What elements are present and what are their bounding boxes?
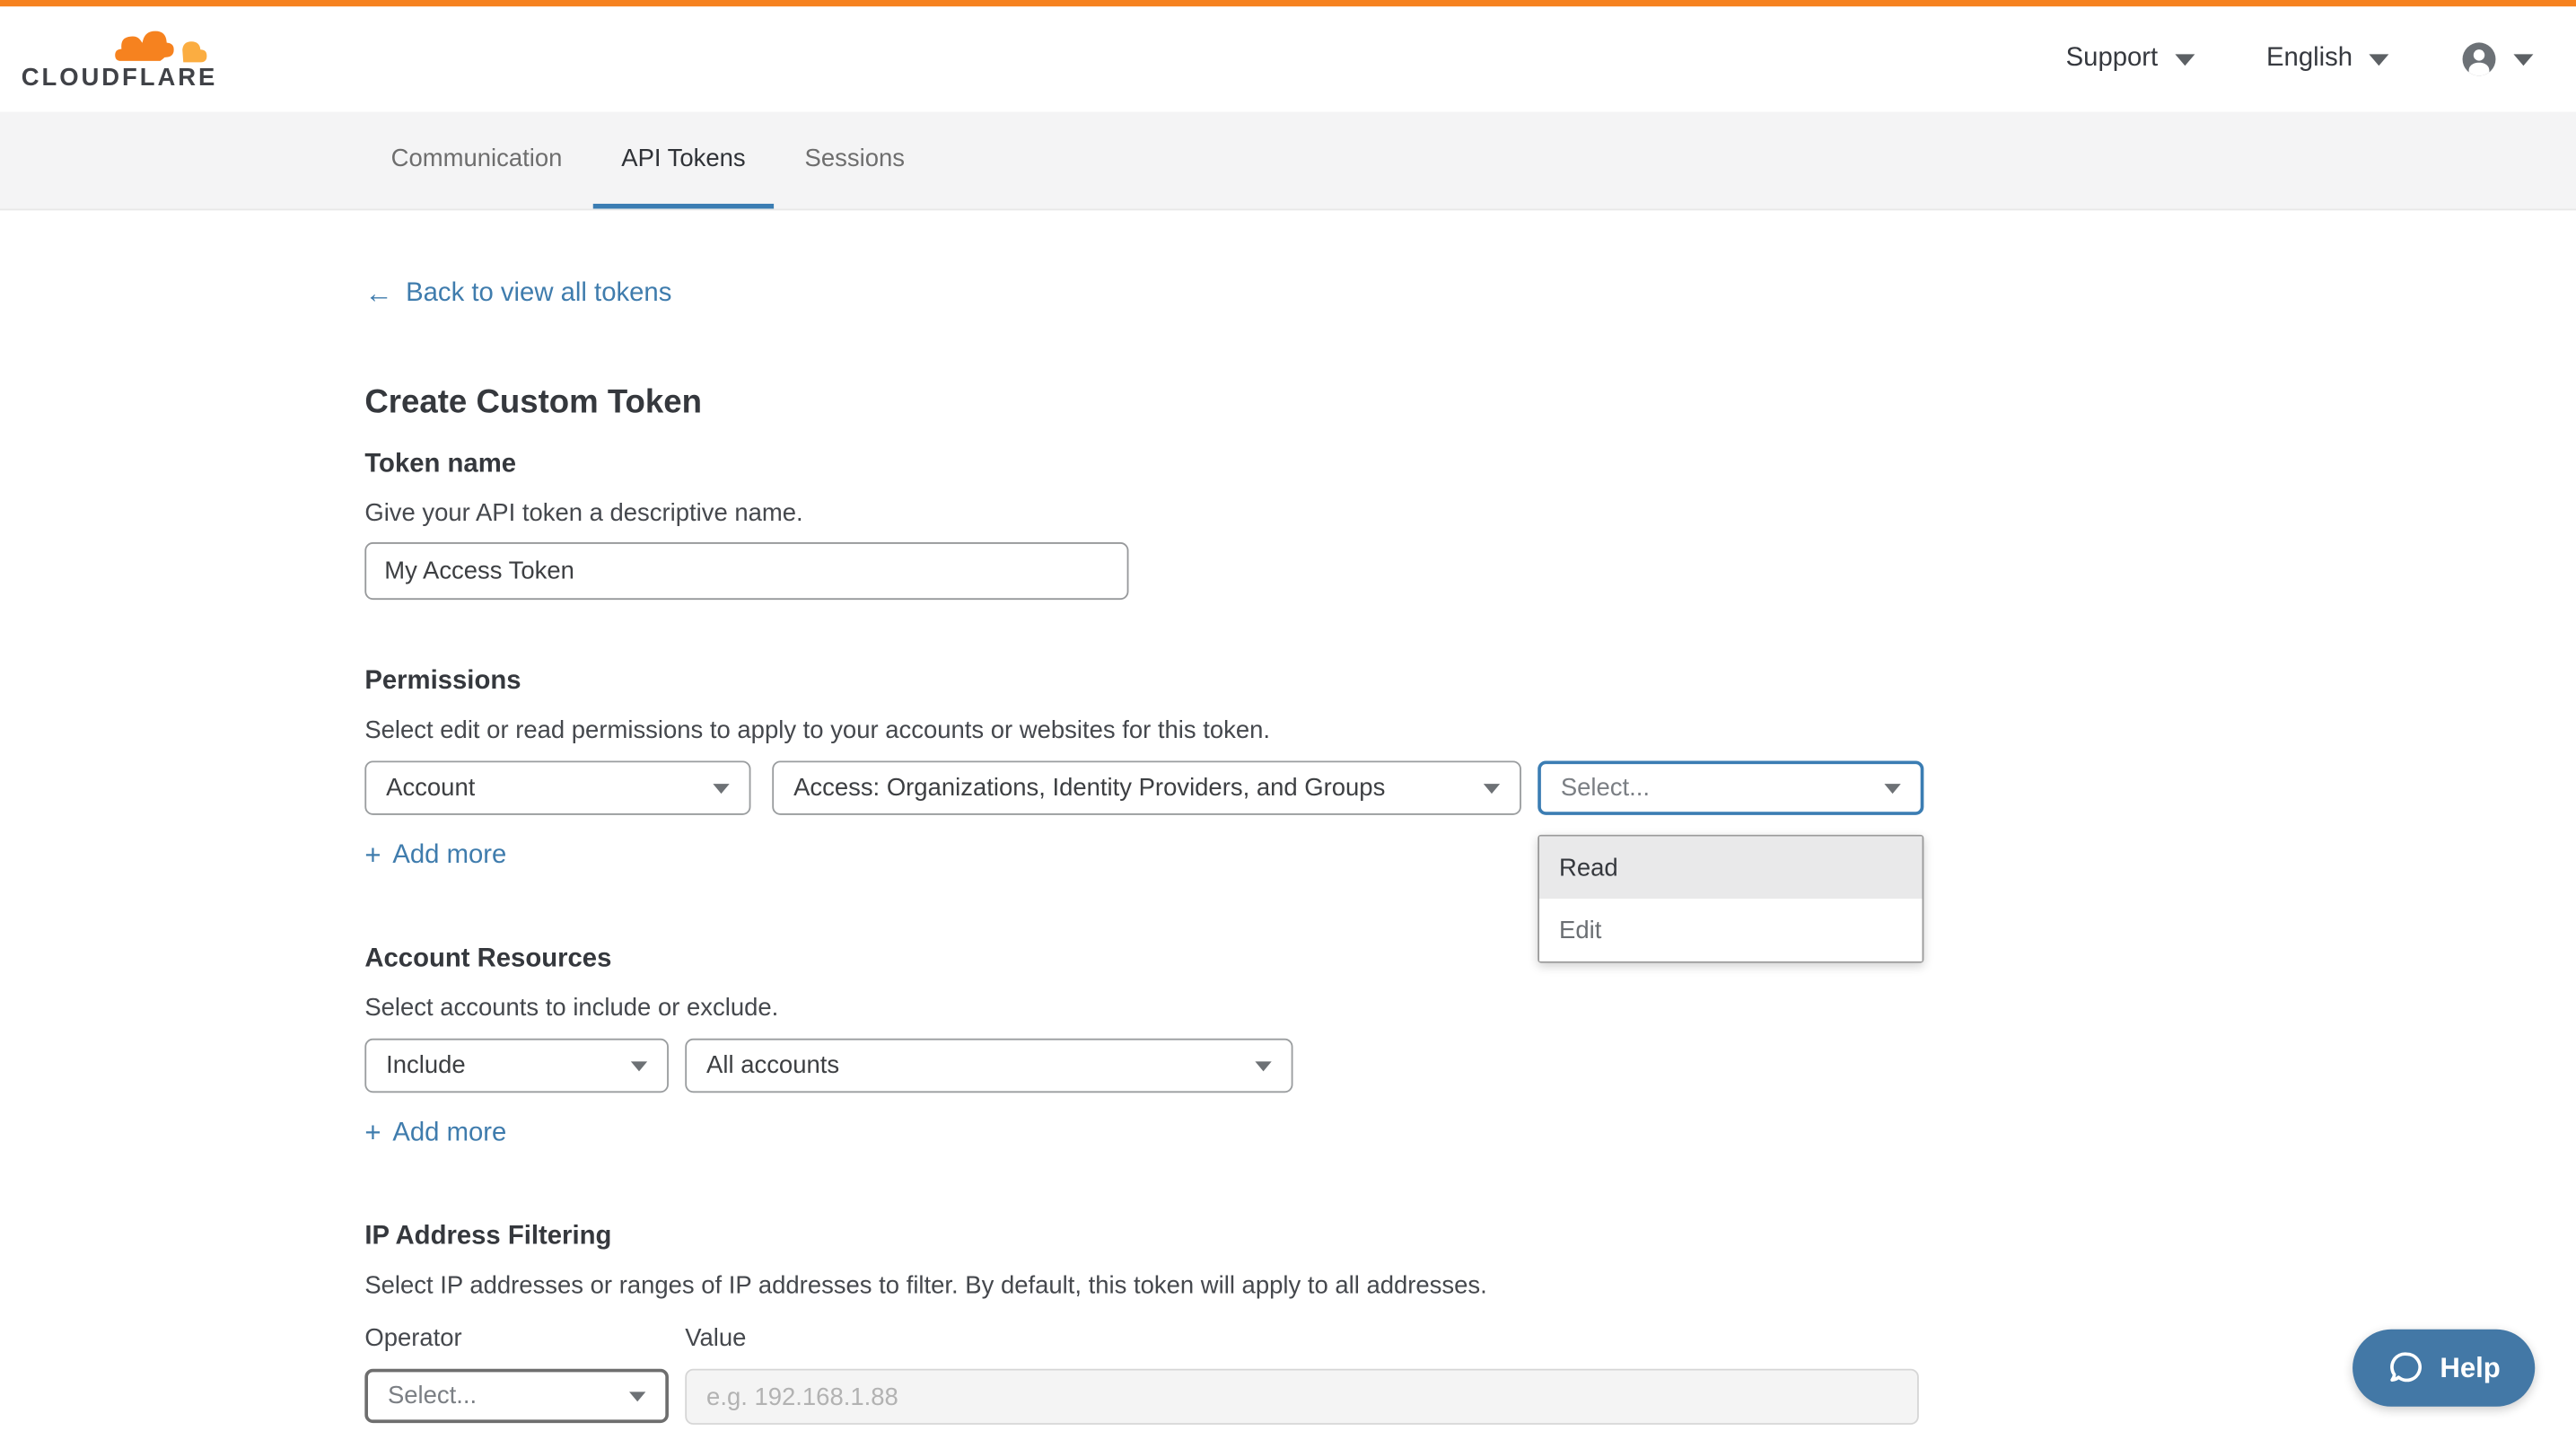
chevron-down-icon [2175,53,2195,65]
tab-communication[interactable]: Communication [364,111,591,208]
permissions-heading: Permissions [364,667,2576,697]
viewport: CLOUDFLARE Support English [0,0,2576,1431]
add-resource-link[interactable]: + Add more [364,1120,506,1146]
permission-group-value: Access: Organizations, Identity Provider… [793,774,1385,802]
back-link-label: Back to view all tokens [406,279,671,309]
ip-value-input[interactable] [685,1369,1919,1425]
chevron-down-icon [2369,53,2388,65]
back-arrow-icon: ← [364,279,392,309]
token-name-description: Give your API token a descriptive name. [364,499,2576,527]
page-title: Create Custom Token [364,384,2576,420]
brand-accent-bar [0,0,2576,6]
account-resources-section: Account Resources Select accounts to inc… [364,944,2576,1150]
plus-icon: + [364,843,381,869]
language-label: English [2266,44,2353,74]
permission-access-select[interactable]: Select... Read Edit [1538,760,1923,814]
menu-option-edit[interactable]: Edit [1539,899,1922,961]
language-menu[interactable]: English [2266,44,2388,74]
page: CLOUDFLARE Support English [0,0,2576,1431]
permission-access-placeholder: Select... [1561,774,1650,802]
chat-bubble-icon [2388,1349,2425,1387]
help-button-label: Help [2440,1351,2500,1384]
permission-group-select[interactable]: Access: Organizations, Identity Provider… [772,760,1521,814]
chevron-down-icon [629,1391,645,1400]
cloudflare-wordmark: CLOUDFLARE [22,66,207,90]
resource-select[interactable]: All accounts [685,1039,1292,1093]
ip-filtering-section: IP Address Filtering Select IP addresses… [364,1223,2576,1425]
plus-icon: + [364,1120,381,1146]
chevron-down-icon [1255,1060,1271,1070]
token-name-heading: Token name [364,451,2576,480]
token-name-section: Token name Give your API token a descrip… [364,451,2576,601]
permissions-description: Select edit or read permissions to apply… [364,716,2576,744]
ip-filtering-description: Select IP addresses or ranges of IP addr… [364,1272,2576,1300]
account-resources-description: Select accounts to include or exclude. [364,994,2576,1022]
permission-scope-select[interactable]: Account [364,760,750,814]
chevron-down-icon [1484,783,1500,793]
ip-operator-placeholder: Select... [388,1382,477,1409]
value-label: Value [685,1324,746,1352]
resource-value: All accounts [706,1051,839,1079]
header-right: Support English [2066,41,2534,77]
resource-operator-select[interactable]: Include [364,1039,669,1093]
cloudflare-cloud-icon [111,28,206,64]
permission-scope-value: Account [386,774,475,802]
chevron-down-icon [631,1060,647,1070]
operator-label: Operator [364,1324,685,1352]
add-resource-label: Add more [392,1120,506,1146]
cloudflare-logo[interactable]: CLOUDFLARE [22,28,207,91]
chevron-down-icon [1884,783,1900,793]
main-content: ← Back to view all tokens Create Custom … [0,210,2576,1425]
ip-filtering-heading: IP Address Filtering [364,1223,2576,1252]
profile-tabbar: Communication API Tokens Sessions [0,111,2576,210]
tab-sessions[interactable]: Sessions [776,111,933,208]
user-menu[interactable] [2461,41,2534,77]
add-permission-label: Add more [392,843,506,869]
ip-operator-select[interactable]: Select... [364,1369,669,1423]
ip-filtering-row: Select... [364,1369,2576,1425]
header: CLOUDFLARE Support English [0,6,2576,111]
account-resources-row: Include All accounts [364,1039,2576,1093]
resource-operator-value: Include [386,1051,466,1079]
permission-access-menu: Read Edit [1538,835,1923,963]
back-link[interactable]: ← Back to view all tokens [364,279,671,309]
chevron-down-icon [2513,53,2533,65]
user-avatar-icon [2461,41,2497,77]
menu-option-read[interactable]: Read [1539,837,1922,900]
help-button[interactable]: Help [2353,1330,2535,1407]
chevron-down-icon [713,783,729,793]
account-resources-heading: Account Resources [364,944,2576,974]
tab-api-tokens[interactable]: API Tokens [593,111,774,208]
add-permission-link[interactable]: + Add more [364,843,506,869]
ip-filtering-labels: Operator Value [364,1324,2576,1352]
support-label: Support [2066,44,2159,74]
permissions-row: Account Access: Organizations, Identity … [364,760,2576,814]
permissions-section: Permissions Select edit or read permissi… [364,667,2576,873]
token-name-input[interactable] [364,542,1128,600]
support-menu[interactable]: Support [2066,44,2195,74]
